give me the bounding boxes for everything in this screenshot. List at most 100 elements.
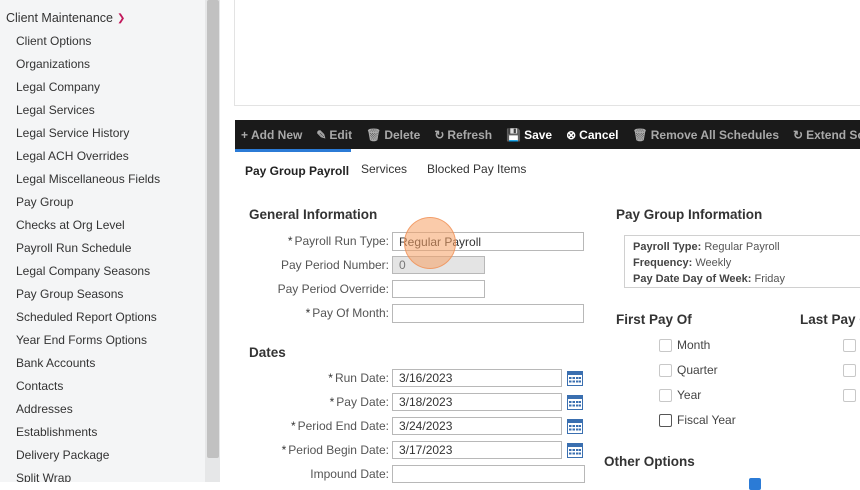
pay-date-dow-row: Pay Date Day of Week: Friday <box>633 271 855 287</box>
payroll-type-value: Regular Payroll <box>704 241 780 253</box>
first-pay-quarter-label: Quarter <box>677 363 718 377</box>
payroll-type-row: Payroll Type: Regular Payroll <box>633 239 855 255</box>
pay-of-month-label: * Pay Of Month: <box>305 306 389 320</box>
sidebar-item-payroll-run-schedule[interactable]: Payroll Run Schedule <box>16 241 131 255</box>
calendar-icon[interactable] <box>567 371 583 386</box>
sidebar-item-pay-group-seasons[interactable]: Pay Group Seasons <box>16 287 123 301</box>
general-information-title: General Information <box>249 207 378 222</box>
trash-icon: 🗑 <box>632 127 648 142</box>
pay-period-override-field[interactable] <box>392 280 485 298</box>
sidebar-item-client-options[interactable]: Client Options <box>16 34 91 48</box>
pay-period-override-label: Pay Period Override: <box>277 282 389 296</box>
sidebar-item-legal-misc-fields[interactable]: Legal Miscellaneous Fields <box>16 172 160 186</box>
sidebar-item-establishments[interactable]: Establishments <box>16 425 97 439</box>
last-pay-month-checkbox[interactable] <box>843 339 856 352</box>
sidebar-item-legal-ach-overrides[interactable]: Legal ACH Overrides <box>16 149 129 163</box>
sidebar-item-bank-accounts[interactable]: Bank Accounts <box>16 356 95 370</box>
calendar-icon[interactable] <box>567 419 583 434</box>
last-pay-of-title: Last Pay O <box>800 312 860 327</box>
period-begin-date-label-text: Period Begin Date: <box>288 443 389 457</box>
sidebar-item-organizations[interactable]: Organizations <box>16 57 90 71</box>
run-date-label: * Run Date: <box>328 371 389 385</box>
sidebar-item-split-wrap[interactable]: Split Wrap <box>16 471 71 482</box>
last-pay-year-checkbox[interactable] <box>843 389 856 402</box>
sidebar-nav: Client Maintenance ❯ Client Options Organ… <box>0 0 205 482</box>
pay-of-month-select[interactable] <box>392 304 584 323</box>
period-end-date-field[interactable] <box>392 417 562 435</box>
calendar-icon[interactable] <box>567 395 583 410</box>
pay-date-label-text: Pay Date: <box>336 395 389 409</box>
sidebar-item-pay-group[interactable]: Pay Group <box>16 195 73 209</box>
frequency-value: Weekly <box>695 257 732 269</box>
frequency-row: Frequency: Weekly <box>633 255 855 271</box>
first-pay-quarter-checkbox[interactable] <box>659 364 672 377</box>
run-date-label-text: Run Date: <box>334 371 389 385</box>
other-option-checkbox[interactable] <box>749 478 761 490</box>
trash-icon: 🗑 <box>366 127 382 142</box>
payroll-run-type-label-text: Payroll Run Type: <box>294 234 390 248</box>
tab-pay-group-payroll[interactable]: Pay Group Payroll <box>245 164 349 178</box>
sidebar-item-legal-services[interactable]: Legal Services <box>16 103 95 117</box>
save-button[interactable]: 💾 Save <box>506 128 552 142</box>
pay-date-dow-value: Friday <box>754 273 786 285</box>
other-options-title: Other Options <box>604 454 695 469</box>
impound-date-field[interactable] <box>392 465 585 483</box>
remove-all-schedules-label: Remove All Schedules <box>650 127 780 142</box>
sidebar-scrollbar-thumb[interactable] <box>207 0 219 458</box>
sidebar-item-legal-service-history[interactable]: Legal Service History <box>16 126 129 140</box>
payroll-run-type-select[interactable]: Regular Payroll <box>392 232 584 251</box>
sidebar-section-client-maintenance[interactable]: Client Maintenance ❯ <box>6 11 125 25</box>
delete-button[interactable]: 🗑 Delete <box>366 128 420 142</box>
refresh-label: Refresh <box>447 127 493 142</box>
plus-icon: + <box>241 127 249 142</box>
pay-date-field[interactable] <box>392 393 562 411</box>
sidebar-item-year-end-forms-options[interactable]: Year End Forms Options <box>16 333 147 347</box>
cancel-circle-icon: ⊗ <box>566 127 577 142</box>
add-new-label: Add New <box>251 127 303 142</box>
sidebar-scrollbar[interactable] <box>205 0 220 482</box>
first-pay-of-title: First Pay Of <box>616 312 692 327</box>
sidebar-item-checks-at-org-level[interactable]: Checks at Org Level <box>16 218 125 232</box>
impound-date-label: Impound Date: <box>310 467 389 481</box>
pay-date-label: * Pay Date: <box>329 395 389 409</box>
tab-blocked-pay-items[interactable]: Blocked Pay Items <box>427 162 526 176</box>
first-pay-fiscal-year-checkbox[interactable] <box>659 414 672 427</box>
sidebar-item-addresses[interactable]: Addresses <box>16 402 73 416</box>
pay-of-month-label-text: Pay Of Month: <box>312 306 389 320</box>
first-pay-month-label: Month <box>677 338 711 352</box>
pay-group-information-title: Pay Group Information <box>616 207 763 222</box>
first-pay-month-checkbox[interactable] <box>659 339 672 352</box>
run-date-field[interactable] <box>392 369 562 387</box>
period-begin-date-field[interactable] <box>392 441 562 459</box>
pay-period-number-field <box>392 256 485 274</box>
tab-services[interactable]: Services <box>361 162 407 176</box>
frequency-key: Frequency: <box>633 257 693 269</box>
chevron-down-icon: ❯ <box>117 13 126 24</box>
calendar-icon[interactable] <box>567 443 583 458</box>
pay-group-info-box: Payroll Type: Regular Payroll Frequency:… <box>624 235 860 288</box>
remove-all-schedules-button[interactable]: 🗑 Remove All Schedules <box>633 128 780 142</box>
delete-label: Delete <box>384 127 421 142</box>
schedule-grid-area <box>234 0 860 106</box>
add-new-button[interactable]: + Add New <box>241 128 302 142</box>
sidebar-item-scheduled-report-options[interactable]: Scheduled Report Options <box>16 310 157 324</box>
save-icon: 💾 <box>506 127 522 142</box>
period-begin-date-label: * Period Begin Date: <box>281 443 389 457</box>
action-toolbar: + Add New ✎ Edit 🗑 Delete ↻ Refresh 💾 Save ⊗ C… <box>235 120 860 149</box>
sidebar-item-legal-company-seasons[interactable]: Legal Company Seasons <box>16 264 150 278</box>
last-pay-quarter-checkbox[interactable] <box>843 364 856 377</box>
payroll-run-type-value: Regular Payroll <box>399 235 482 249</box>
extend-schedule-button[interactable]: ↻Extend Sched <box>793 128 860 142</box>
pay-period-number-label: Pay Period Number: <box>280 258 389 272</box>
sidebar-item-legal-company[interactable]: Legal Company <box>16 80 100 94</box>
first-pay-fiscal-year-label: Fiscal Year <box>677 413 736 427</box>
sidebar-item-contacts[interactable]: Contacts <box>16 379 63 393</box>
save-label: Save <box>524 127 553 142</box>
cancel-button[interactable]: ⊗ Cancel <box>566 128 618 142</box>
refresh-button[interactable]: ↻ Refresh <box>434 128 492 142</box>
edit-button[interactable]: ✎ Edit <box>316 128 352 142</box>
sidebar-item-delivery-package[interactable]: Delivery Package <box>16 448 109 462</box>
first-pay-year-checkbox[interactable] <box>659 389 672 402</box>
payroll-run-type-label: * Payroll Run Type: <box>287 234 390 248</box>
refresh-icon: ↻ <box>793 127 804 142</box>
